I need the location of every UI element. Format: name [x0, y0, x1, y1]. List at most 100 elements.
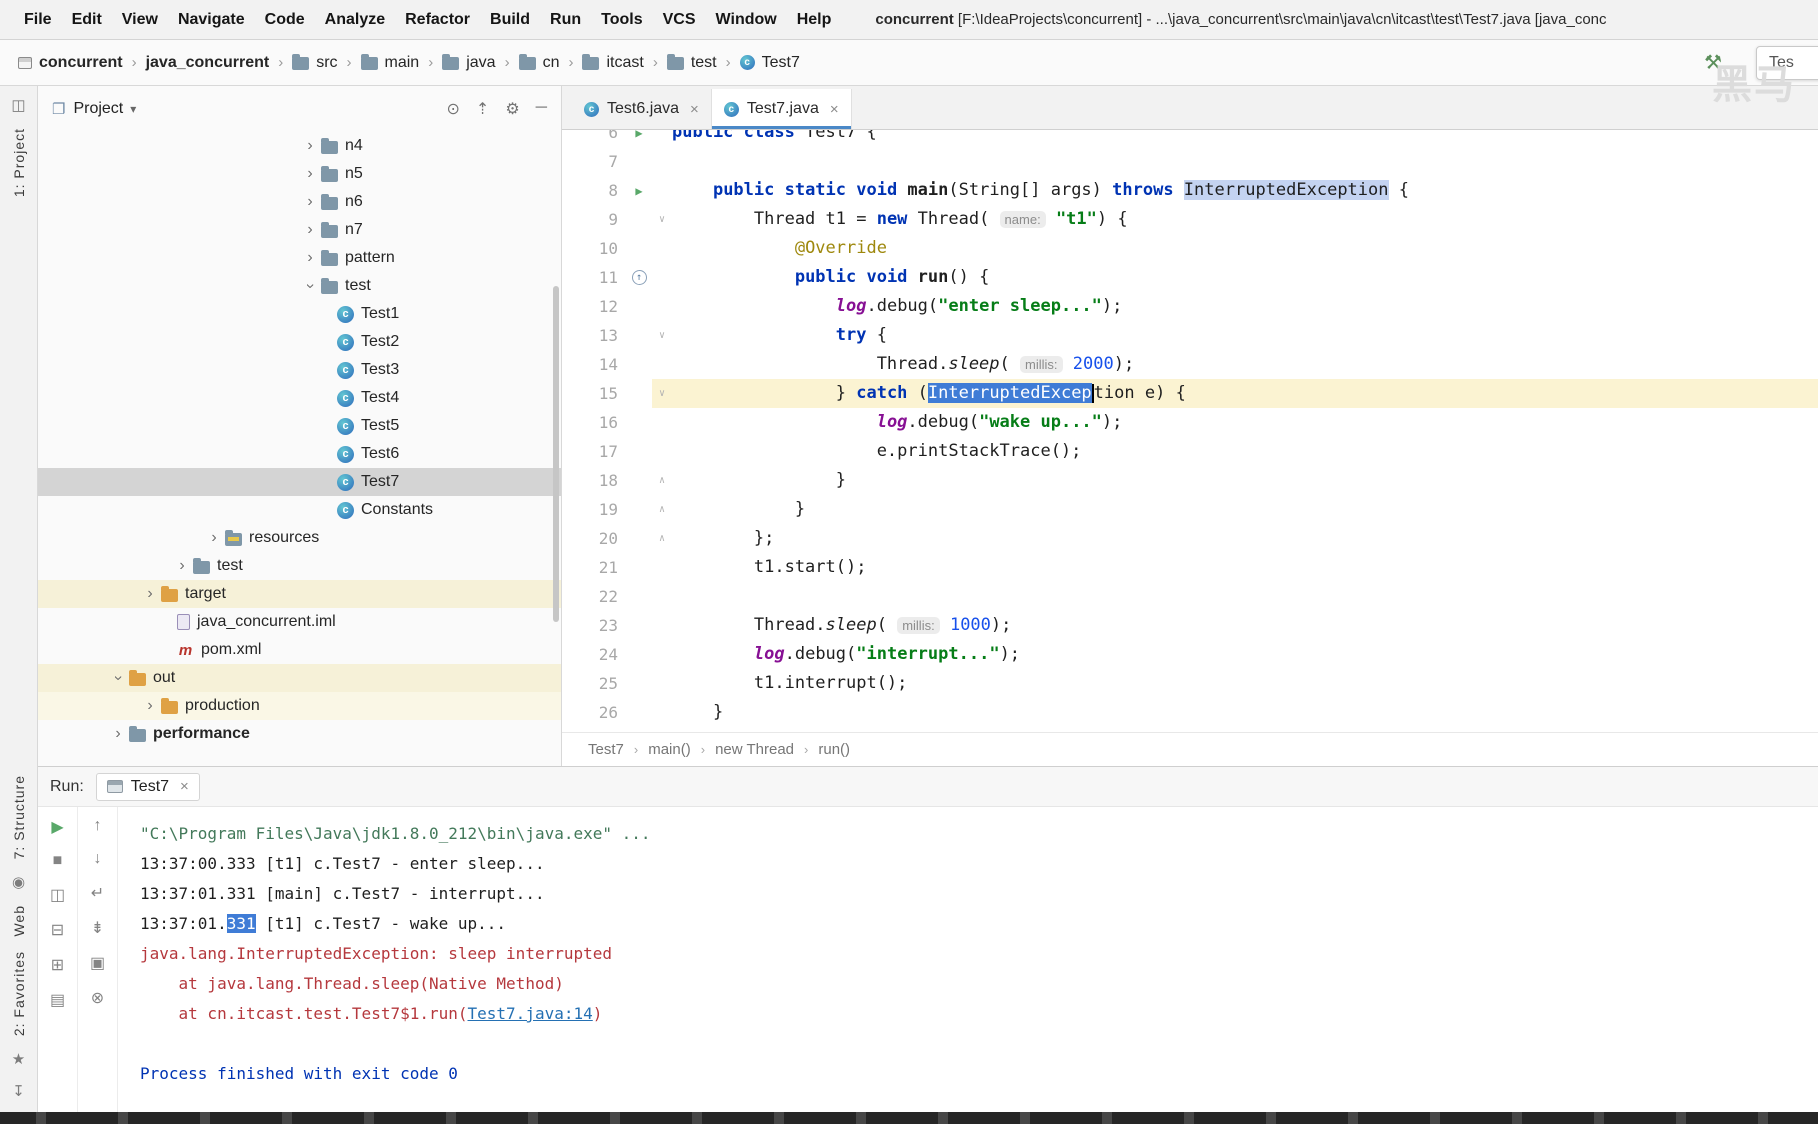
- tree-item-performance[interactable]: ›performance: [38, 720, 561, 748]
- chevron-icon[interactable]: ›: [107, 725, 129, 743]
- tree-item-test5[interactable]: cTest5: [38, 412, 561, 440]
- scroll-to-end-icon[interactable]: ⇟: [91, 918, 104, 938]
- fold-icon[interactable]: ∧: [652, 466, 672, 495]
- editor-breadcrumb-new-thread[interactable]: new Thread: [715, 741, 794, 758]
- toolwindow-web-label[interactable]: Web: [11, 905, 27, 937]
- chevron-icon[interactable]: ›: [203, 529, 225, 547]
- chevron-icon[interactable]: ›: [109, 667, 127, 689]
- close-tab-icon[interactable]: ×: [690, 101, 699, 118]
- down-stack-icon[interactable]: ↓: [94, 850, 102, 868]
- chevron-down-icon[interactable]: ▾: [130, 102, 136, 116]
- close-tab-icon[interactable]: ×: [830, 101, 839, 118]
- breadcrumb-item-test7[interactable]: cTest7: [740, 54, 800, 72]
- tree-item-test[interactable]: ›test: [38, 552, 561, 580]
- locate-file-icon[interactable]: ⊙: [447, 99, 460, 119]
- star-icon[interactable]: ★: [12, 1050, 25, 1068]
- breadcrumb-item-src[interactable]: src: [292, 54, 337, 72]
- print-icon[interactable]: ▣: [90, 953, 105, 973]
- chevron-icon[interactable]: ›: [299, 193, 321, 211]
- tree-item-test2[interactable]: cTest2: [38, 328, 561, 356]
- clear-all-icon[interactable]: ⊗: [91, 988, 104, 1008]
- breadcrumb-item-itcast[interactable]: itcast: [582, 54, 643, 72]
- editor-tab-test6-java[interactable]: cTest6.java×: [572, 89, 712, 129]
- chevron-icon[interactable]: ›: [171, 557, 193, 575]
- editor-breadcrumb-test7[interactable]: Test7: [588, 741, 624, 758]
- chevron-icon[interactable]: ›: [299, 165, 321, 183]
- breadcrumb-item-cn[interactable]: cn: [519, 54, 560, 72]
- editor-breadcrumb-main[interactable]: main(): [648, 741, 691, 758]
- stop-icon[interactable]: ■: [53, 852, 63, 870]
- fold-icon[interactable]: ∧: [652, 495, 672, 524]
- tree-item-out[interactable]: ›out: [38, 664, 561, 692]
- fold-icon[interactable]: ∨: [652, 379, 672, 408]
- settings-gear-icon[interactable]: ⚙: [505, 99, 519, 119]
- project-toolwindow-icon[interactable]: ◫: [11, 96, 25, 114]
- toolwindow-project-label[interactable]: 1: Project: [11, 128, 27, 197]
- menu-run[interactable]: Run: [540, 7, 591, 32]
- tree-item-test1[interactable]: cTest1: [38, 300, 561, 328]
- rerun-icon[interactable]: ▶: [51, 817, 63, 837]
- tree-item-target[interactable]: ›target: [38, 580, 561, 608]
- toolwindow-favorites-label[interactable]: 2: Favorites: [11, 951, 27, 1036]
- menu-build[interactable]: Build: [480, 7, 540, 32]
- breadcrumb-item-concurrent[interactable]: concurrent: [18, 54, 123, 72]
- console-output[interactable]: "C:\Program Files\Java\jdk1.8.0_212\bin\…: [118, 807, 1818, 1112]
- close-icon[interactable]: ×: [180, 778, 189, 795]
- menu-view[interactable]: View: [112, 7, 168, 32]
- tree-item-n5[interactable]: ›n5: [38, 160, 561, 188]
- editor-tab-test7-java[interactable]: cTest7.java×: [712, 89, 852, 129]
- tree-item-test6[interactable]: cTest6: [38, 440, 561, 468]
- tree-item-test[interactable]: ›test: [38, 272, 561, 300]
- menu-code[interactable]: Code: [255, 7, 315, 32]
- restore-layout-icon[interactable]: ⊟: [51, 920, 64, 940]
- editor-breadcrumb-run[interactable]: run(): [818, 741, 850, 758]
- tree-item-test7[interactable]: cTest7: [38, 468, 561, 496]
- menu-vcs[interactable]: VCS: [653, 7, 706, 32]
- pin-tab-icon[interactable]: ▤: [50, 990, 65, 1010]
- tree-item-pattern[interactable]: ›pattern: [38, 244, 561, 272]
- stacktrace-link[interactable]: Test7.java:14: [468, 1004, 593, 1023]
- menu-window[interactable]: Window: [706, 7, 787, 32]
- floating-tab-partial[interactable]: Tes: [1756, 46, 1818, 80]
- tree-item-test3[interactable]: cTest3: [38, 356, 561, 384]
- collapse-all-icon[interactable]: ⇡: [476, 99, 489, 119]
- menu-navigate[interactable]: Navigate: [168, 7, 255, 32]
- toolwindow-structure-label[interactable]: 7: Structure: [11, 775, 27, 859]
- fold-icon[interactable]: ∧: [652, 524, 672, 553]
- chevron-icon[interactable]: ›: [299, 221, 321, 239]
- breadcrumb-item-main[interactable]: main: [361, 54, 420, 72]
- run-gutter-icon[interactable]: ▶: [626, 176, 652, 205]
- project-panel-title[interactable]: Project: [73, 100, 123, 118]
- build-hammer-icon[interactable]: ⚒: [1704, 50, 1722, 75]
- tree-item-production[interactable]: ›production: [38, 692, 561, 720]
- breadcrumb-item-test[interactable]: test: [667, 54, 717, 72]
- menu-analyze[interactable]: Analyze: [315, 7, 395, 32]
- pin-icon[interactable]: ↧: [12, 1082, 25, 1100]
- breadcrumb-item-java-concurrent[interactable]: java_concurrent: [146, 54, 270, 72]
- tree-item-n7[interactable]: ›n7: [38, 216, 561, 244]
- override-gutter-icon[interactable]: ↑: [626, 263, 652, 292]
- tree-item-n6[interactable]: ›n6: [38, 188, 561, 216]
- tree-item-resources[interactable]: ›resources: [38, 524, 561, 552]
- fold-icon[interactable]: ∨: [652, 321, 672, 350]
- dump-threads-icon[interactable]: ◫: [50, 885, 65, 905]
- menu-tools[interactable]: Tools: [591, 7, 652, 32]
- project-scrollbar[interactable]: [553, 286, 559, 622]
- tree-item-n4[interactable]: ›n4: [38, 132, 561, 160]
- menu-file[interactable]: File: [14, 7, 62, 32]
- chevron-icon[interactable]: ›: [299, 137, 321, 155]
- settings-icon[interactable]: ⊞: [51, 955, 64, 975]
- tree-item-test4[interactable]: cTest4: [38, 384, 561, 412]
- tree-item-constants[interactable]: cConstants: [38, 496, 561, 524]
- menu-edit[interactable]: Edit: [62, 7, 112, 32]
- run-tab[interactable]: Test7 ×: [96, 773, 200, 801]
- chevron-icon[interactable]: ›: [139, 697, 161, 715]
- tree-item-java-concurrent-iml[interactable]: java_concurrent.iml: [38, 608, 561, 636]
- menu-refactor[interactable]: Refactor: [395, 7, 480, 32]
- menu-help[interactable]: Help: [787, 7, 842, 32]
- hide-panel-icon[interactable]: ─: [536, 99, 547, 119]
- up-stack-icon[interactable]: ↑: [94, 817, 102, 835]
- soft-wrap-icon[interactable]: ↵: [91, 883, 104, 903]
- tree-item-pom-xml[interactable]: mpom.xml: [38, 636, 561, 664]
- breadcrumb-item-java[interactable]: java: [442, 54, 495, 72]
